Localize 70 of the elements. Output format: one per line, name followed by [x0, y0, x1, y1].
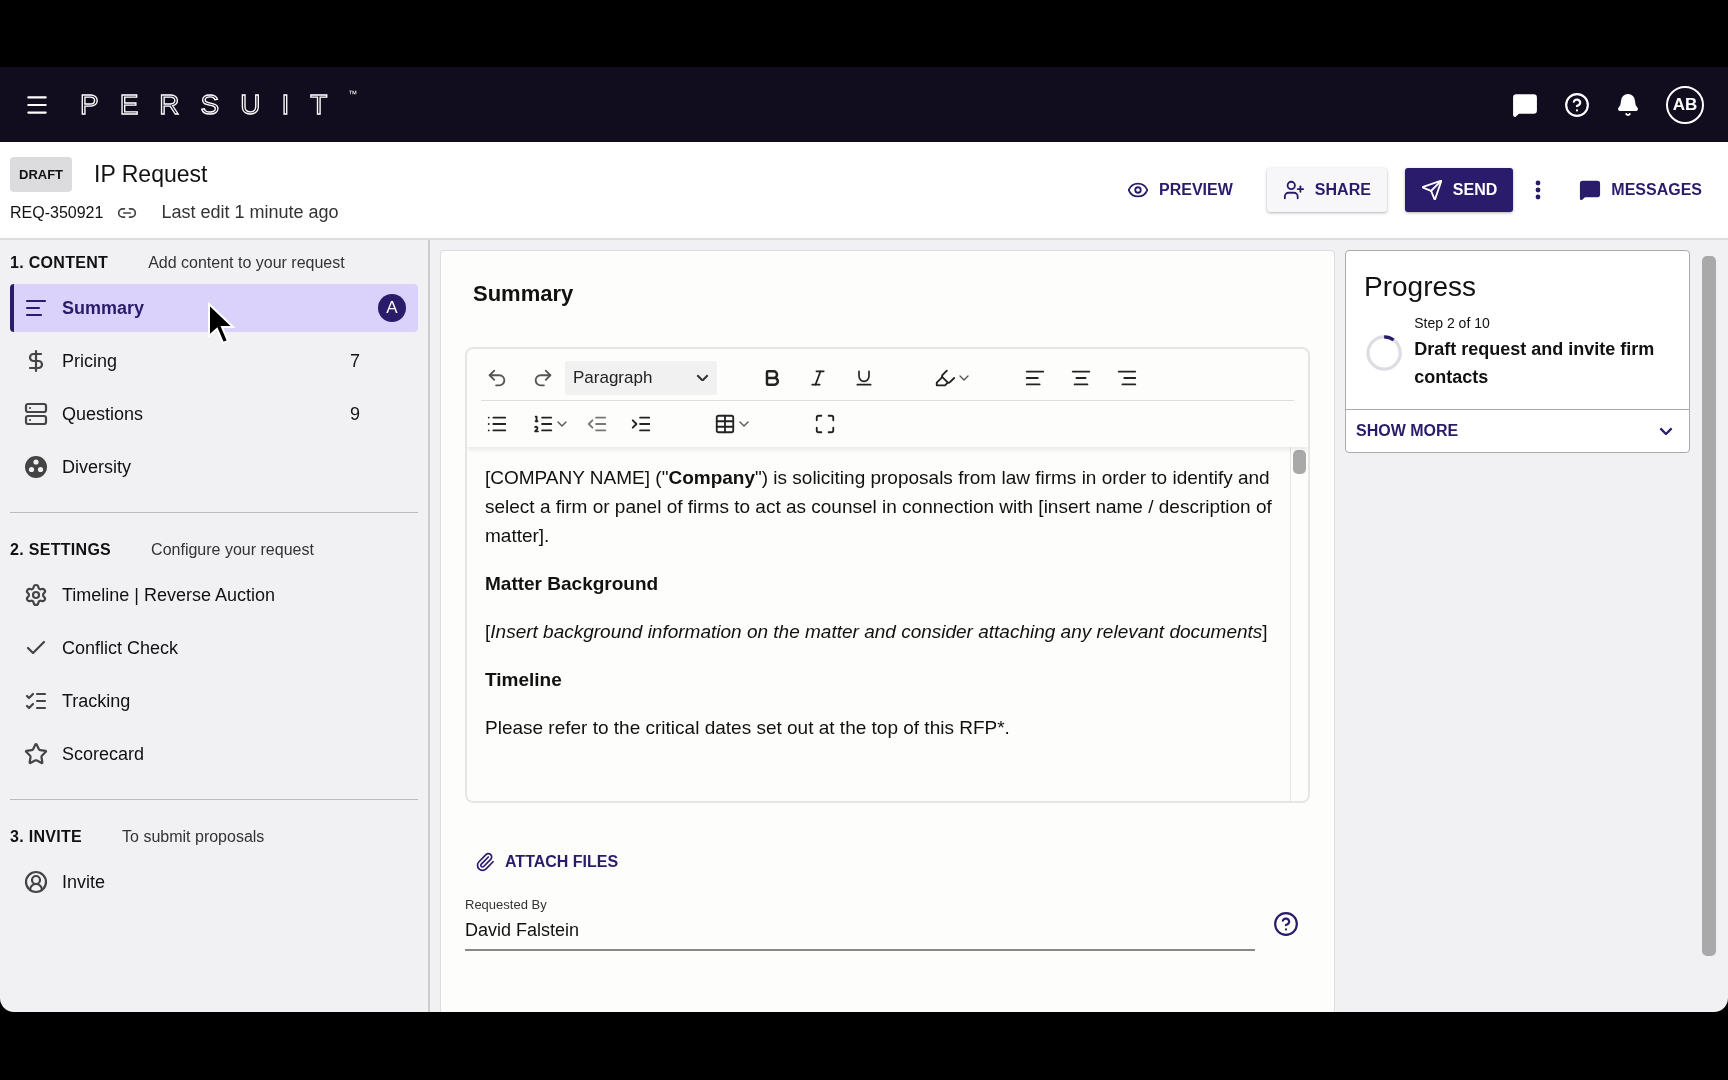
item-count: 9: [350, 403, 360, 425]
section-title: 1. CONTENT: [10, 254, 109, 272]
sidebar-item[interactable]: Diversity: [10, 443, 418, 491]
logo: PERSUIT: [80, 88, 349, 121]
add-person-icon: [1282, 179, 1305, 201]
section-subtitle: Configure your request: [151, 541, 314, 559]
sidebar-item[interactable]: Pricing 7: [10, 337, 418, 385]
palette-icon: [24, 455, 48, 479]
item-badge: A: [378, 294, 406, 322]
last-edit-text: Last edit 1 minute ago: [161, 202, 339, 223]
attach-files-button[interactable]: ATTACH FILES: [469, 851, 625, 873]
step-text: Step 2 of 10: [1414, 315, 1491, 331]
share-button[interactable]: SHARE: [1266, 168, 1387, 212]
chevron-icon: [1659, 426, 1673, 436]
sidebar-item[interactable]: Questions 9: [10, 390, 418, 438]
item-label: Timeline | Reverse Auction: [62, 584, 276, 606]
bell-icon[interactable]: [1616, 92, 1640, 117]
message-icon: [1579, 179, 1602, 201]
user-avatar[interactable]: AB: [1666, 85, 1704, 124]
editor-heading: Matter Background: [485, 572, 660, 596]
sidebar-item[interactable]: Scorecard: [10, 730, 418, 778]
caret-icon: [696, 373, 709, 382]
request-title: IP Request: [94, 161, 208, 188]
item-label: Tracking: [62, 690, 131, 712]
item-label: Scorecard: [62, 743, 145, 765]
sidebar-item[interactable]: Timeline | Reverse Auction: [10, 571, 418, 619]
sidebar-item[interactable]: Summary A: [10, 284, 418, 332]
rich-text-editor[interactable]: [465, 347, 1310, 803]
editor-scrollbar[interactable]: [1290, 447, 1308, 801]
editor-paragraph: Please refer to the critical dates set out at the top of this RFP*.: [485, 716, 1011, 740]
item-label: Summary: [62, 297, 145, 319]
messages-button[interactable]: MESSAGES: [1563, 168, 1718, 212]
card-title: Summary: [473, 281, 575, 307]
star-icon: [24, 742, 48, 766]
step-description: Draft request and invite firm contacts: [1414, 338, 1656, 389]
item-label: Diversity: [62, 456, 131, 478]
trademark: ™: [348, 88, 358, 99]
show-more-button[interactable]: SHOW MORE: [1346, 410, 1689, 452]
sidebar-item[interactable]: Conflict Check: [10, 624, 418, 672]
preview-button[interactable]: PREVIEW: [1111, 168, 1249, 212]
pointer-icon: [207, 302, 237, 346]
gear-icon: [24, 583, 48, 607]
send-button[interactable]: SEND: [1404, 168, 1514, 212]
request-id: REQ-350921: [10, 203, 104, 222]
help-icon[interactable]: [1273, 911, 1299, 937]
storage-icon: [24, 402, 48, 426]
item-label: Pricing: [62, 350, 118, 372]
sidebar-item[interactable]: Tracking: [10, 677, 418, 725]
more-icon: [1535, 180, 1542, 200]
sidebar-item[interactable]: Invite: [10, 858, 418, 906]
progress-title: Progress: [1364, 271, 1478, 303]
editor-heading: Timeline: [485, 668, 563, 692]
section-subtitle: Add content to your request: [148, 254, 345, 272]
item-count: 7: [350, 350, 360, 372]
item-label: Conflict Check: [62, 637, 179, 659]
section-title: 2. SETTINGS: [10, 541, 112, 559]
item-label: Invite: [62, 871, 106, 893]
requested-by-field[interactable]: David Falstein: [465, 920, 1255, 951]
field-label: Requested By: [465, 897, 548, 912]
status-tag: DRAFT: [10, 157, 73, 192]
person-icon: [24, 870, 48, 894]
send-icon: [1420, 179, 1443, 201]
editor-paragraph: [Insert background information on the matter and consider attaching any relevant documents]: [485, 620, 1269, 644]
item-label: Questions: [62, 403, 144, 425]
paperclip-icon: [475, 852, 495, 872]
editor-paragraph: [COMPANY NAME] ("Company") is soliciting proposals from law firms in order to identify and select a firm or panel of firms to act as counsel in connection with [insert name / description of matter].: [485, 466, 1272, 548]
section-subtitle: To submit proposals: [122, 828, 265, 846]
section-title: 3. INVITE: [10, 828, 83, 846]
block-format-select[interactable]: Paragraph: [565, 360, 717, 395]
chat-icon[interactable]: [1512, 91, 1538, 118]
